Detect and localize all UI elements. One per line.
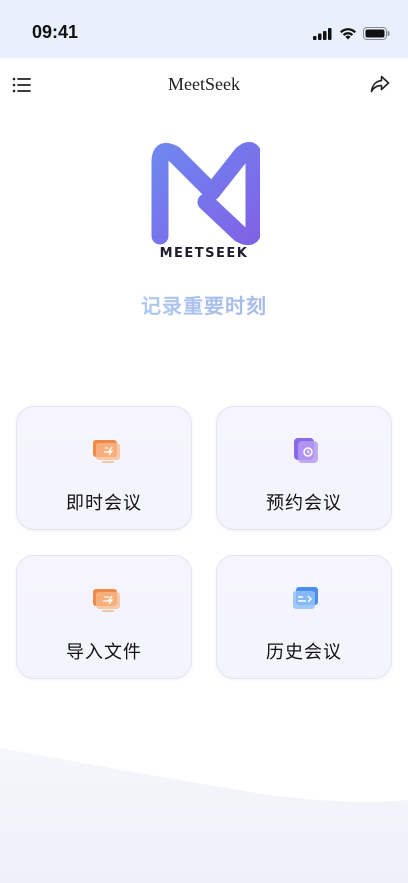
instant-meeting-label: 即时会议	[66, 493, 142, 514]
import-file-card[interactable]: 导入文件	[16, 555, 192, 679]
wifi-icon	[339, 25, 357, 44]
schedule-meeting-icon	[291, 435, 321, 465]
meetseek-logo	[150, 140, 263, 246]
nav-bar: MeetSeek	[0, 58, 408, 112]
share-icon	[368, 75, 392, 100]
instant-meeting-icon	[91, 435, 121, 465]
history-meeting-icon	[291, 584, 321, 614]
page-title: MeetSeek	[168, 74, 240, 94]
schedule-meeting-card[interactable]: 预约会议	[216, 406, 392, 530]
share-button[interactable]	[368, 72, 392, 96]
brand-wordmark: MEETSEEK	[159, 246, 249, 261]
signal-icon	[313, 25, 333, 44]
history-meeting-label: 历史会议	[266, 642, 342, 663]
status-icons	[313, 25, 390, 44]
battery-icon	[363, 25, 390, 44]
tagline: 记录重要时刻	[0, 290, 408, 319]
status-bar: 09:41	[0, 0, 408, 58]
history-meeting-card[interactable]: 历史会议	[216, 555, 392, 679]
status-time: 09:41	[32, 22, 79, 42]
import-file-label: 导入文件	[66, 642, 142, 663]
schedule-meeting-label: 预约会议	[266, 493, 342, 514]
import-file-icon	[91, 584, 121, 614]
instant-meeting-card[interactable]: 即时会议	[16, 406, 192, 530]
background-wave	[0, 740, 408, 883]
